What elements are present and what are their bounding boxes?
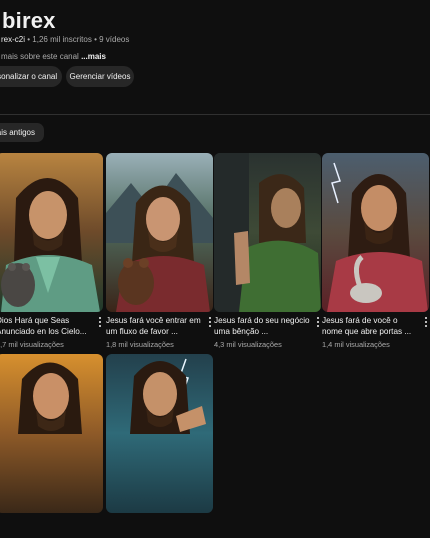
manage-videos-button[interactable]: Gerenciar vídeos (66, 66, 134, 87)
channel-about-link[interactable]: mais sobre este canal ...mais (1, 52, 106, 61)
video-thumbnail[interactable] (0, 354, 103, 513)
video-card[interactable] (106, 354, 213, 513)
more-options-icon[interactable] (315, 316, 321, 328)
video-title[interactable] (0, 516, 92, 538)
video-count: 9 vídeos (99, 35, 130, 44)
video-title[interactable] (106, 516, 202, 538)
about-more: ...mais (81, 52, 106, 61)
video-views: 1,8 mil visualizações (106, 340, 174, 349)
video-views: 4,3 mil visualizações (214, 340, 282, 349)
channel-name: birex (2, 8, 56, 33)
channel-handle: rex-c2i (1, 35, 26, 44)
video-card[interactable]: Jesus fará você entrar em um fluxo de fa… (106, 153, 213, 349)
video-views: 4,7 mil visualizações (0, 340, 64, 349)
video-card[interactable]: Jesus fará de você o nome que abre porta… (322, 153, 429, 349)
sort-chip-oldest[interactable]: Mais antigos (0, 123, 44, 142)
video-thumbnail[interactable] (322, 153, 429, 312)
video-thumbnail[interactable] (106, 354, 213, 513)
subscriber-count: 1,26 mil inscritos (32, 35, 92, 44)
video-thumbnail[interactable] (106, 153, 213, 312)
more-options-icon[interactable] (423, 316, 429, 328)
video-title[interactable]: Jesus fará de você o nome que abre porta… (322, 315, 418, 337)
video-thumbnail[interactable] (0, 153, 103, 312)
video-card[interactable] (0, 354, 103, 513)
video-title[interactable]: Jesus fará você entrar em um fluxo de fa… (106, 315, 202, 337)
customize-channel-button[interactable]: ersonalizar o canal (0, 66, 62, 87)
more-options-icon[interactable] (207, 316, 213, 328)
video-title[interactable]: Dios Hará que Seas Anunciado en los Ciel… (0, 315, 92, 337)
more-options-icon[interactable] (97, 316, 103, 328)
video-thumbnail[interactable] (214, 153, 321, 312)
tabs-divider (0, 114, 430, 115)
video-title[interactable]: Jesus fará do seu negócio uma bênção ... (214, 315, 310, 337)
video-card[interactable]: Dios Hará que Seas Anunciado en los Ciel… (0, 153, 103, 349)
video-card[interactable]: Jesus fará do seu negócio uma bênção ...… (214, 153, 321, 349)
about-text: mais sobre este canal (1, 52, 79, 61)
video-views: 1,4 mil visualizações (322, 340, 390, 349)
channel-meta: rex-c2i • 1,26 mil inscritos • 9 vídeos (1, 35, 129, 44)
